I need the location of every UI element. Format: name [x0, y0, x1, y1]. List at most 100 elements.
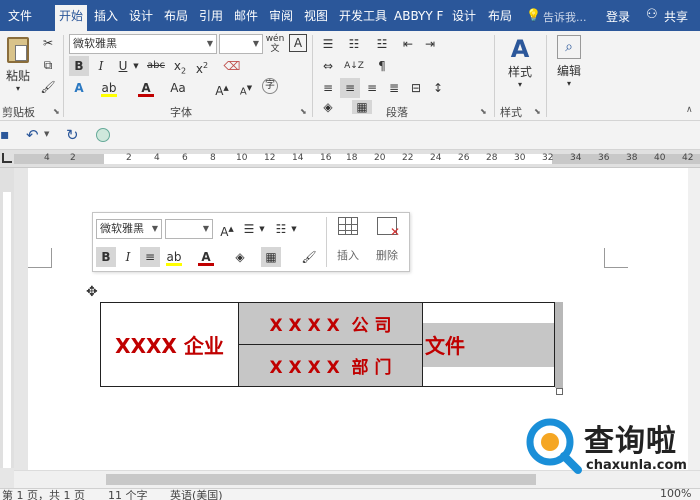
numbering-icon[interactable]: ☷: [344, 34, 364, 54]
paragraph-launcher-icon[interactable]: ⬊: [480, 107, 487, 116]
tab-mailings[interactable]: 邮件: [230, 7, 262, 31]
styles-button[interactable]: A 样式 ▾: [500, 35, 540, 95]
redo-icon[interactable]: ↻: [66, 126, 79, 144]
mini-grow-font-icon[interactable]: A▲: [217, 219, 237, 239]
share-button[interactable]: 共享: [664, 8, 688, 25]
status-zoom[interactable]: 100%: [660, 487, 691, 500]
font-color-icon[interactable]: A: [136, 78, 156, 98]
tab-insert[interactable]: 插入: [90, 7, 122, 31]
decrease-indent-icon[interactable]: ⇤: [398, 34, 418, 54]
chinese-layout-icon[interactable]: ⇔: [318, 56, 338, 76]
underline-dropdown-icon[interactable]: ▼: [131, 56, 141, 76]
text-effects-icon[interactable]: A: [69, 78, 89, 98]
enclosed-char-icon[interactable]: 字: [262, 78, 278, 94]
change-case-icon[interactable]: Aa: [168, 78, 188, 98]
align-center-icon[interactable]: ≡: [340, 78, 360, 98]
clear-formatting-icon[interactable]: ⌫: [222, 56, 242, 76]
tab-references[interactable]: 引用: [195, 7, 227, 31]
font-family-select[interactable]: 微软雅黑 ▼: [69, 34, 217, 54]
distributed-icon[interactable]: ⊟: [406, 78, 426, 98]
bold-button[interactable]: B: [69, 56, 89, 76]
mini-font-select[interactable]: 微软雅黑 ▼: [96, 219, 162, 239]
table-cell-selected[interactable]: X X X X 部 门: [238, 344, 423, 387]
paste-button[interactable]: 粘贴 ▾: [2, 35, 34, 97]
cut-icon[interactable]: ✂: [38, 33, 58, 53]
table-move-handle-icon[interactable]: ✥: [86, 284, 98, 300]
tab-file[interactable]: 文件: [4, 7, 36, 31]
show-marks-icon[interactable]: ¶: [372, 56, 392, 76]
undo-dropdown-icon[interactable]: ▼: [44, 130, 49, 138]
tab-layout[interactable]: 布局: [160, 7, 192, 31]
mini-delete-button[interactable]: ✕ 删除: [369, 217, 405, 269]
mini-bullets-dropdown-icon[interactable]: ▼: [257, 219, 267, 239]
mini-format-painter-icon[interactable]: 🖌: [299, 247, 319, 267]
highlight-color-icon[interactable]: ab: [99, 78, 119, 98]
multilevel-list-icon[interactable]: ☳: [372, 34, 392, 54]
mini-numbering-icon[interactable]: ☷: [271, 219, 291, 239]
underline-button[interactable]: U: [113, 56, 133, 76]
subscript-button[interactable]: x2: [170, 56, 190, 76]
mini-insert-button[interactable]: 插入: [331, 217, 365, 269]
styles-launcher-icon[interactable]: ⬊: [534, 107, 541, 116]
phonetic-guide-icon[interactable]: wén 文: [265, 34, 285, 54]
mini-borders-icon[interactable]: ▦: [261, 247, 281, 267]
document-table[interactable]: XXXX 企业 X X X X 公 司 文件 X X X X 部 门: [100, 302, 555, 387]
superscript-button[interactable]: x2: [192, 56, 212, 76]
align-left-icon[interactable]: ≡: [318, 78, 338, 98]
mini-highlight-icon[interactable]: ab: [164, 247, 184, 267]
char-border-icon[interactable]: A: [289, 34, 307, 52]
mini-italic-button[interactable]: I: [118, 247, 138, 267]
save-icon[interactable]: ▪: [0, 127, 10, 143]
status-language[interactable]: 英语(美国): [170, 487, 223, 500]
line-spacing-icon[interactable]: ↕: [428, 78, 448, 98]
mini-bullets-icon[interactable]: ☰: [239, 219, 259, 239]
table-cell-selected[interactable]: X X X X 公 司: [238, 302, 423, 345]
tab-selector-icon[interactable]: [2, 153, 12, 163]
tab-table-design[interactable]: 设计: [448, 7, 480, 31]
justify-icon[interactable]: ≣: [384, 78, 404, 98]
mini-toolbar: 微软雅黑 ▼ ▼ A▲ ☰ ▼ ☷ ▼ B I ≡ ab A ◈ ▦ 🖌 插入 ✕…: [92, 212, 410, 272]
copy-icon[interactable]: ⧉: [38, 55, 58, 75]
format-painter-icon[interactable]: 🖌: [38, 77, 58, 97]
vertical-ruler[interactable]: [0, 168, 14, 468]
hscroll-thumb[interactable]: [106, 474, 536, 485]
tab-home[interactable]: 开始: [55, 5, 88, 31]
undo-icon[interactable]: ↶: [26, 126, 39, 144]
tab-abbyy[interactable]: ABBYY F: [390, 7, 447, 31]
align-right-icon[interactable]: ≡: [362, 78, 382, 98]
tell-me-input[interactable]: 告诉我...: [543, 9, 587, 25]
mini-center-button[interactable]: ≡: [140, 247, 160, 267]
table-cell[interactable]: 文件: [422, 302, 555, 387]
mini-bold-button[interactable]: B: [96, 247, 116, 267]
tab-review[interactable]: 审阅: [265, 7, 297, 31]
tab-view[interactable]: 视图: [300, 7, 332, 31]
shrink-font-icon[interactable]: A▼: [236, 78, 256, 98]
status-words[interactable]: 11 个字: [108, 487, 148, 500]
bullets-icon[interactable]: ☰: [318, 34, 338, 54]
table-cell[interactable]: XXXX 企业: [100, 302, 239, 387]
sort-icon[interactable]: A↓Z: [344, 56, 364, 76]
horizontal-ruler[interactable]: 4 2 2 4 6 8 10 12 14 16 18 20 22 24 26 2…: [0, 150, 700, 168]
borders-icon[interactable]: ▦: [352, 100, 372, 114]
font-launcher-icon[interactable]: ⬊: [300, 107, 307, 116]
login-link[interactable]: 登录: [606, 8, 630, 25]
editing-button[interactable]: ⌕ 编辑 ▾: [552, 35, 586, 95]
collapse-ribbon-icon[interactable]: ∧: [686, 105, 693, 115]
circle-icon[interactable]: [96, 128, 110, 142]
shading-icon[interactable]: ◈: [318, 100, 338, 114]
status-page[interactable]: 第 1 页，共 1 页: [2, 487, 85, 500]
clipboard-launcher-icon[interactable]: ⬊: [53, 107, 60, 116]
strikethrough-button[interactable]: abc: [146, 56, 166, 76]
mini-size-select[interactable]: ▼: [165, 219, 213, 239]
grow-font-icon[interactable]: A▲: [212, 78, 232, 98]
font-size-select[interactable]: ▼: [219, 34, 263, 54]
increase-indent-icon[interactable]: ⇥: [420, 34, 440, 54]
tab-design[interactable]: 设计: [125, 7, 157, 31]
mini-shading-icon[interactable]: ◈: [230, 247, 250, 267]
mini-numbering-dropdown-icon[interactable]: ▼: [289, 219, 299, 239]
tab-table-layout[interactable]: 布局: [484, 7, 516, 31]
table-resize-handle[interactable]: [556, 388, 563, 395]
italic-button[interactable]: I: [91, 56, 111, 76]
mini-font-color-icon[interactable]: A: [196, 247, 216, 267]
tab-developer[interactable]: 开发工具: [335, 7, 391, 31]
